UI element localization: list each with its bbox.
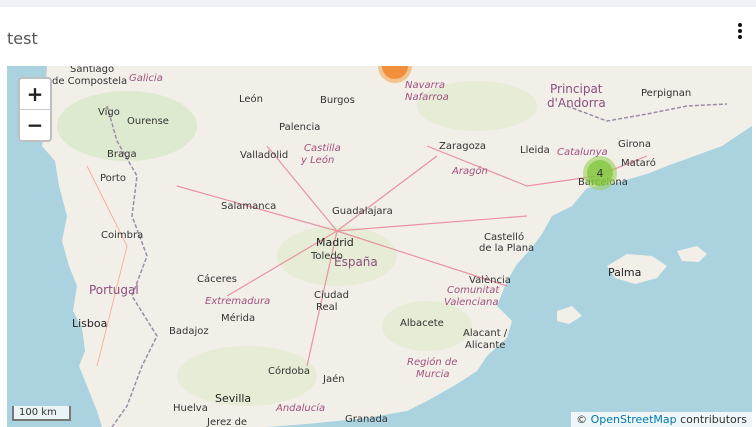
more-menu-icon[interactable] — [734, 21, 746, 43]
map-label: Badajoz — [169, 326, 209, 337]
map-label: Albacete — [400, 318, 444, 329]
map-label: Huelva — [173, 403, 208, 414]
map-label: Zaragoza — [439, 141, 487, 152]
map-label: Nafarroa — [405, 92, 449, 103]
map-label: Coimbra — [101, 230, 144, 241]
map-label: Palencia — [279, 122, 321, 133]
attribution-suffix: contributors — [676, 413, 747, 426]
scale-bar: 100 km — [12, 406, 71, 421]
openstreetmap-link[interactable]: OpenStreetMap — [591, 413, 677, 426]
map-label: Valenciana — [444, 297, 499, 308]
map-label: de Compostela — [52, 76, 128, 87]
map-label: Córdoba — [268, 366, 310, 377]
map-label: Jerez de — [207, 417, 248, 427]
map-label: Mataró — [621, 158, 656, 169]
map-label: Real — [316, 302, 338, 313]
map-label: Galicia — [129, 73, 163, 84]
map-label: Burgos — [320, 95, 355, 106]
map-label: Cáceres — [197, 274, 238, 285]
map-label: España — [334, 255, 378, 269]
map-label: Castilla — [304, 143, 341, 154]
map-label: Lisboa — [72, 317, 108, 330]
map-marker-cluster[interactable]: 4 — [583, 156, 617, 190]
map-label: d'Andorra — [547, 96, 606, 110]
map-label: Salamanca — [221, 201, 277, 212]
cluster-count: 4 — [587, 160, 613, 186]
map-label: León — [239, 94, 264, 105]
zoom-control: + − — [18, 77, 52, 142]
map-label: Madrid — [316, 236, 354, 249]
map-label: Lleida — [520, 145, 550, 156]
map-label: Alicante — [465, 340, 506, 351]
map-label: Castelló — [484, 232, 525, 243]
map-label: Valladolid — [240, 150, 289, 161]
map-attribution: © OpenStreetMap contributors — [571, 412, 752, 427]
card-title: test — [7, 29, 38, 48]
map-label: de la Plana — [479, 243, 535, 254]
map-label: Comunitat — [447, 285, 500, 296]
map-label: Ciudad — [314, 290, 349, 301]
map-label: Guadalajara — [332, 206, 393, 217]
zoom-out-button[interactable]: − — [20, 109, 50, 140]
map-label: Región de — [407, 357, 458, 368]
map-label: Sevilla — [215, 392, 252, 405]
map-label: Alacant / — [463, 328, 508, 339]
map-label: Granada — [345, 414, 388, 425]
map-card: test Santiago de Compostela Galicia León… — [0, 7, 756, 427]
map-label: Principat — [550, 82, 603, 96]
attribution-prefix: © — [576, 413, 591, 426]
map-tiles — [7, 66, 752, 427]
map-label: Girona — [618, 139, 652, 150]
map-label: Vigo — [98, 107, 120, 118]
map-label: Palma — [608, 266, 642, 279]
map-label: y León — [301, 155, 335, 166]
map-label: Perpignan — [641, 88, 692, 99]
map-label: Murcia — [416, 369, 450, 380]
map-label: Extremadura — [205, 296, 271, 307]
cluster-count — [382, 66, 408, 79]
map-label: Aragón — [452, 166, 488, 177]
map-label: Braga — [107, 149, 137, 160]
map-label: Portugal — [89, 283, 139, 297]
zoom-in-button[interactable]: + — [20, 79, 50, 109]
map-label: Porto — [100, 173, 126, 184]
map-label: Santiago — [70, 66, 115, 75]
map-label: Andalucía — [276, 403, 326, 414]
map-label: Ourense — [127, 116, 169, 127]
map-label: Jaén — [323, 374, 345, 385]
map-view[interactable]: Santiago de Compostela Galicia León Burg… — [7, 66, 752, 427]
map-label: Navarra — [405, 80, 446, 91]
map-label: Mérida — [221, 313, 256, 324]
